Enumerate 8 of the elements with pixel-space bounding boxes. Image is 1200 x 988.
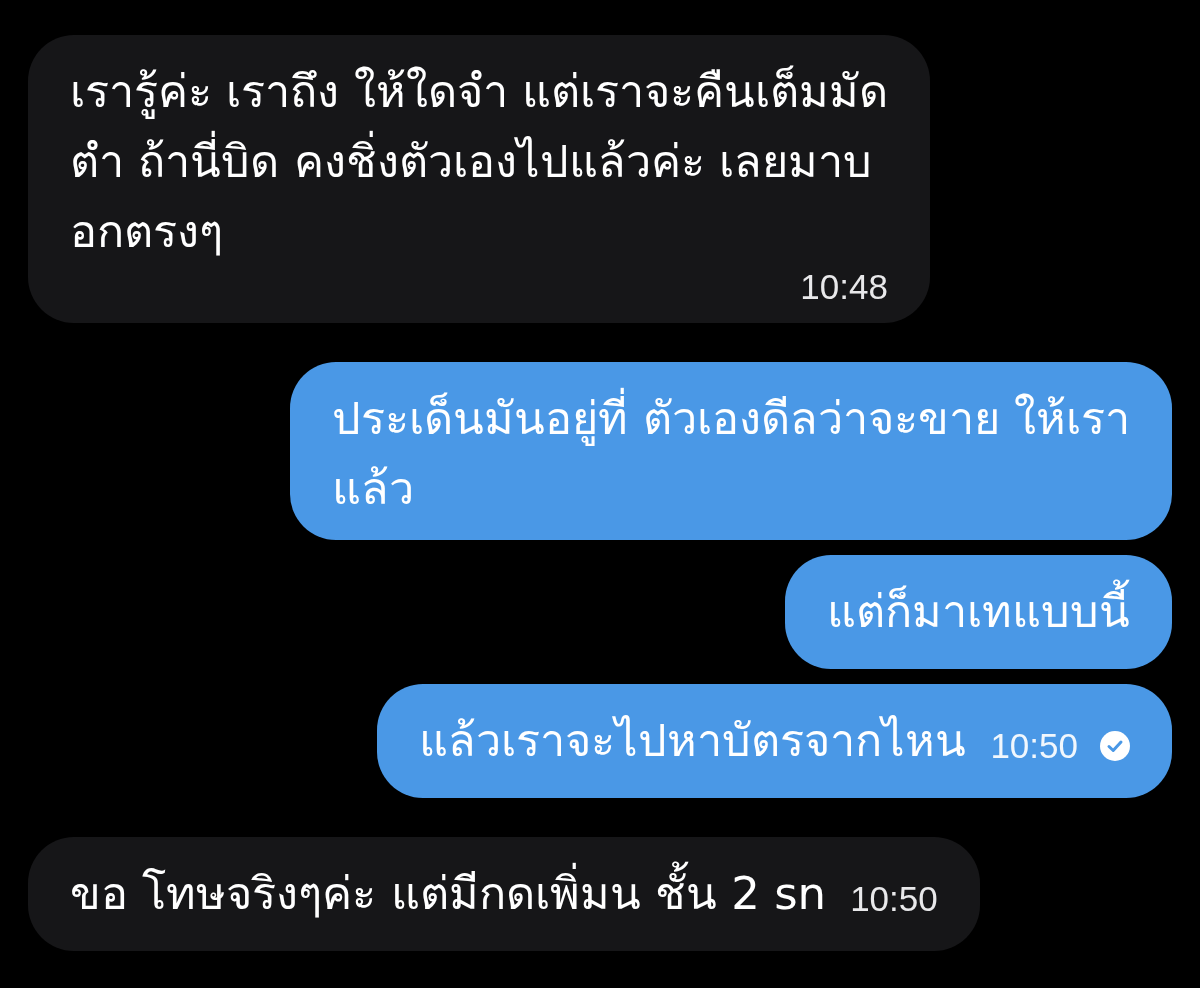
message-text: ขอ โทษจริงๆค่ะ แต่มีกดเพิ่มน ชั้น 2 sn bbox=[70, 859, 827, 929]
message-time: 10:48 bbox=[800, 267, 888, 307]
message-text: แต่ก็มาเทแบบนี้ bbox=[827, 577, 1130, 647]
message-time: 10:50 bbox=[990, 726, 1078, 766]
message-text: ประเด็นมันอยู่ที่ ตัวเองดีลว่าจะขาย ให้เรา แล้ว bbox=[332, 384, 1130, 524]
message-time: 10:50 bbox=[850, 879, 938, 919]
message-text: แล้วเราจะไปหาบัตรจากไหน bbox=[419, 713, 967, 769]
message-text: เรารู้ค่ะ เราถึง ให้ใดจำ แต่เราจะคืนเต็มมัด ตำ ถ้านี่บิด คงชิ่งตัวเองไปแล้วค่ะ เลยมาบ อกตรงๆ bbox=[70, 64, 888, 260]
